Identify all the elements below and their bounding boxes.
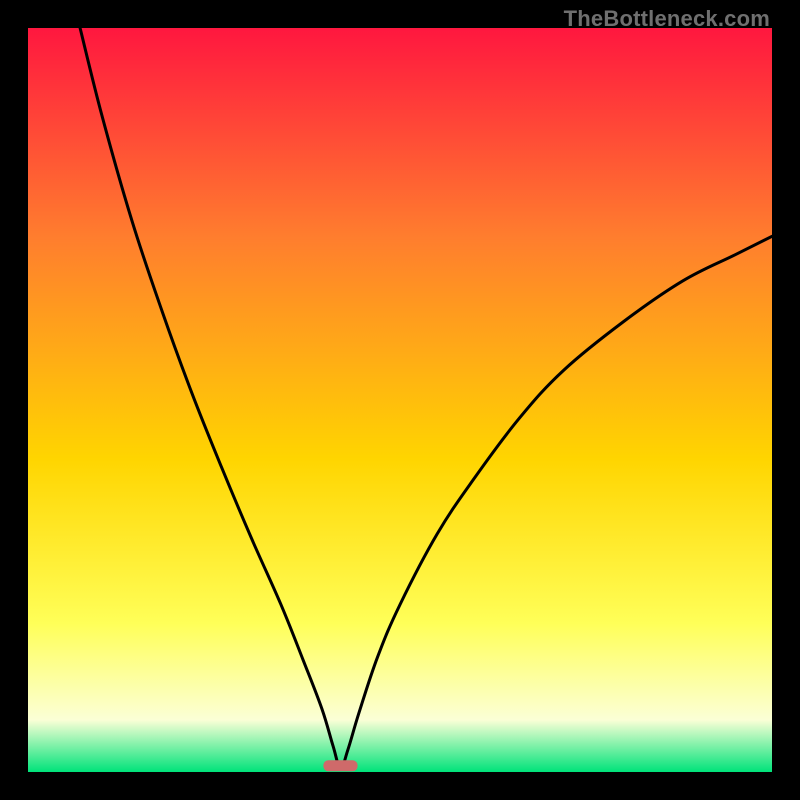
bottleneck-chart: [28, 28, 772, 772]
chart-frame: [28, 28, 772, 772]
watermark-text: TheBottleneck.com: [564, 6, 770, 32]
gradient-background: [28, 28, 772, 772]
minimum-marker: [323, 760, 357, 771]
